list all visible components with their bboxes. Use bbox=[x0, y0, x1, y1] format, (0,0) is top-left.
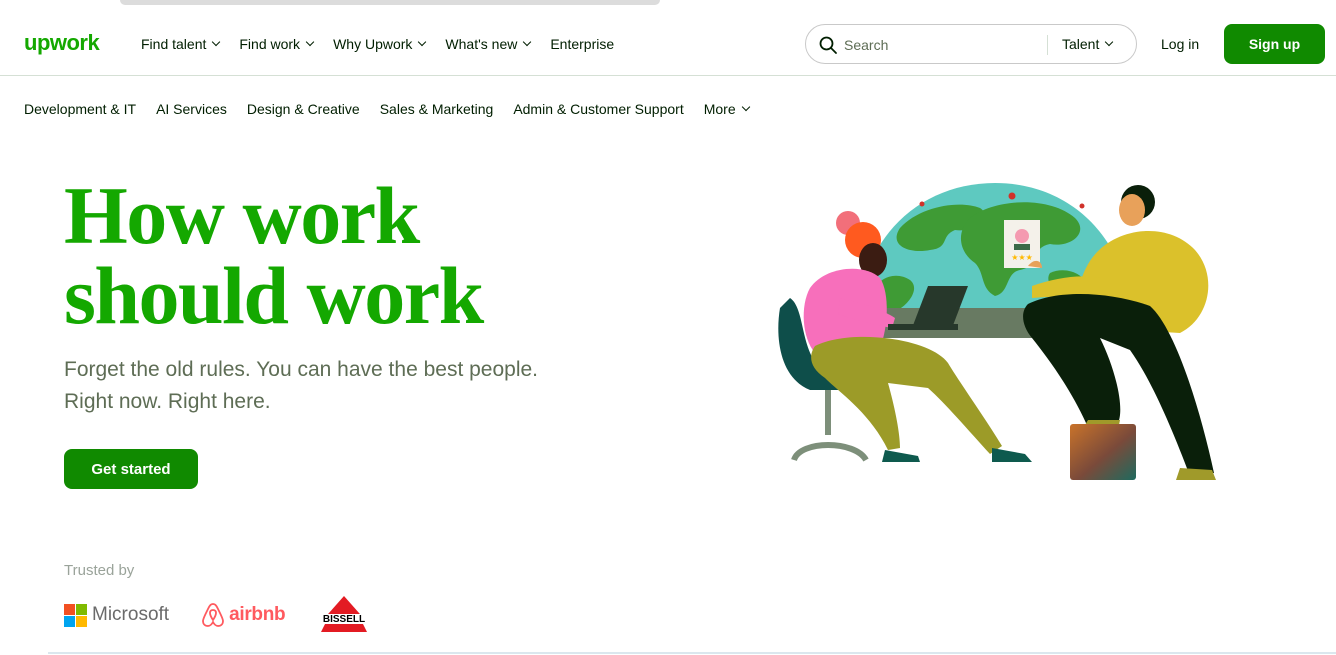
nav-why-upwork[interactable]: Why Upwork bbox=[333, 36, 427, 52]
trusted-logos: Microsoft airbnb BISSELL bbox=[64, 596, 374, 634]
search-bar: Talent bbox=[805, 24, 1137, 64]
nav-find-work[interactable]: Find work bbox=[239, 36, 315, 52]
svg-text:BISSELL: BISSELL bbox=[323, 614, 365, 625]
svg-text:★★★: ★★★ bbox=[1011, 253, 1033, 262]
search-input[interactable] bbox=[844, 34, 1034, 56]
category-development-it[interactable]: Development & IT bbox=[24, 101, 136, 117]
page-bottom-edge bbox=[48, 652, 1336, 654]
browser-chrome-strip bbox=[0, 0, 1336, 12]
search-scope-dropdown[interactable]: Talent bbox=[1062, 36, 1114, 52]
search-divider bbox=[1047, 35, 1048, 55]
chevron-down-icon bbox=[741, 102, 750, 112]
search-icon[interactable] bbox=[818, 35, 838, 55]
nav-enterprise[interactable]: Enterprise bbox=[550, 36, 614, 52]
bissell-logo: BISSELL bbox=[315, 596, 374, 634]
bissell-icon: BISSELL bbox=[315, 596, 374, 632]
browser-address-remnant bbox=[120, 0, 660, 5]
hero-illustration: ★★★ bbox=[778, 183, 1216, 480]
airbnb-icon bbox=[202, 603, 224, 627]
main-nav: Find talent Find work Why Upwork What's … bbox=[141, 36, 634, 52]
chevron-down-icon bbox=[305, 37, 315, 47]
hero-subtitle: Forget the old rules. You can have the b… bbox=[64, 358, 539, 413]
category-ai-services[interactable]: AI Services bbox=[156, 101, 227, 117]
nav-find-talent[interactable]: Find talent bbox=[141, 36, 221, 52]
trusted-by-label: Trusted by bbox=[64, 562, 135, 579]
upwork-logo[interactable]: upwork bbox=[24, 30, 100, 56]
category-design-creative[interactable]: Design & Creative bbox=[247, 101, 360, 117]
bag-illustration bbox=[1070, 424, 1136, 480]
microsoft-logo: Microsoft bbox=[64, 604, 169, 627]
chevron-down-icon bbox=[523, 37, 532, 47]
chevron-down-icon bbox=[212, 37, 221, 47]
site-header: upwork Find talent Find work Why Upwork … bbox=[0, 12, 1336, 76]
chevron-down-icon bbox=[418, 37, 427, 47]
category-admin-support[interactable]: Admin & Customer Support bbox=[513, 101, 683, 117]
signup-button[interactable]: Sign up bbox=[1224, 24, 1325, 64]
nav-whats-new[interactable]: What's new bbox=[445, 36, 532, 52]
category-sales-marketing[interactable]: Sales & Marketing bbox=[380, 101, 494, 117]
get-started-button[interactable]: Get started bbox=[64, 449, 198, 489]
category-more[interactable]: More bbox=[704, 101, 750, 117]
category-nav: Development & IT AI Services Design & Cr… bbox=[24, 101, 769, 117]
login-link[interactable]: Log in bbox=[1161, 36, 1199, 52]
airbnb-logo: airbnb bbox=[201, 602, 286, 628]
microsoft-icon bbox=[64, 604, 87, 627]
chevron-down-icon bbox=[1105, 37, 1114, 47]
hero-title: How work should work bbox=[64, 170, 484, 341]
